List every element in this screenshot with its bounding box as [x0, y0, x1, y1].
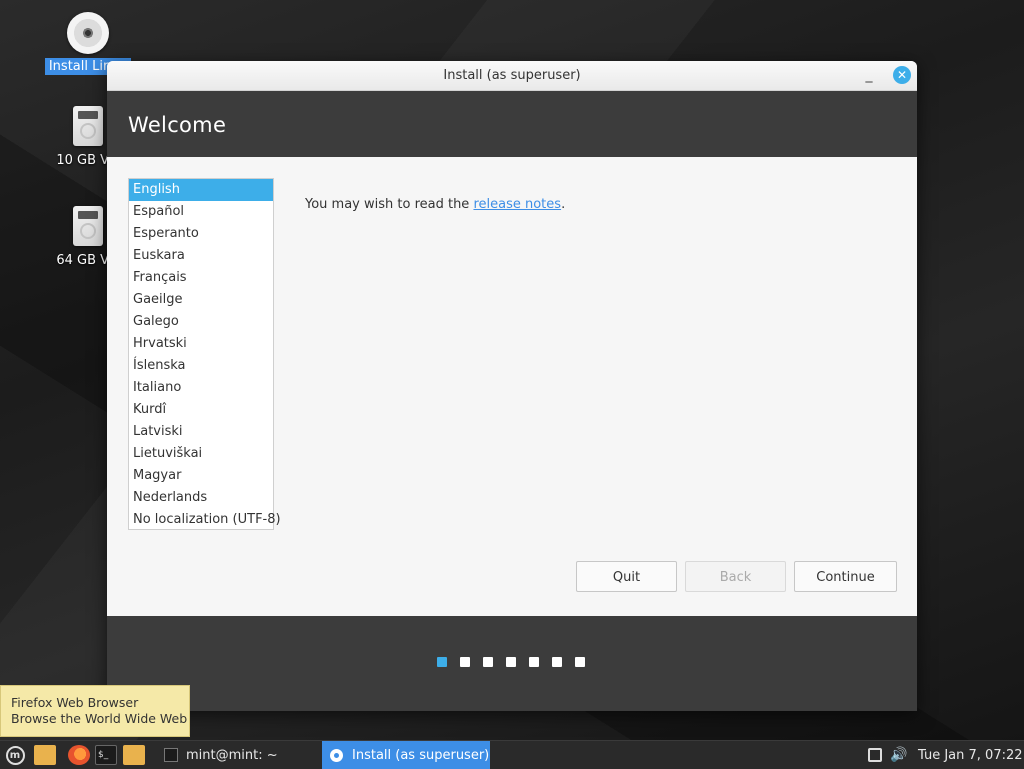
- language-item-no-localization[interactable]: No localization (UTF-8): [129, 509, 281, 531]
- firefox-icon[interactable]: [68, 745, 90, 765]
- volume-icon[interactable]: 🔊: [889, 741, 909, 769]
- files-icon[interactable]: [123, 745, 145, 765]
- language-item-lietuviskai[interactable]: Lietuviškai: [129, 443, 273, 465]
- minimize-button[interactable]: _: [859, 61, 879, 90]
- welcome-content: English Español Esperanto Euskara França…: [107, 157, 917, 616]
- taskbar-item-label: mint@mint: ~: [186, 747, 278, 763]
- progress-steps: [437, 657, 585, 667]
- progress-step-dot: [437, 657, 447, 667]
- notes-suffix: .: [561, 197, 566, 212]
- tooltip-description: Browse the World Wide Web: [11, 711, 188, 726]
- progress-step-dot: [483, 657, 493, 667]
- folder-icon[interactable]: [34, 745, 56, 765]
- network-icon[interactable]: [866, 741, 884, 769]
- terminal-icon[interactable]: $_: [95, 745, 117, 765]
- language-item-galego[interactable]: Galego: [129, 311, 273, 333]
- firefox-tooltip: Firefox Web Browser Browse the World Wid…: [0, 685, 190, 737]
- language-item-magyar[interactable]: Magyar: [129, 465, 273, 487]
- terminal-icon: [164, 748, 178, 762]
- window-titlebar[interactable]: Install (as superuser) _ ✕: [107, 61, 917, 91]
- window-title: Install (as superuser): [443, 68, 581, 83]
- taskbar-item-installer[interactable]: Install (as superuser): [322, 741, 490, 769]
- taskbar-item-label: Install (as superuser): [352, 747, 490, 763]
- language-item-english[interactable]: English: [129, 179, 273, 201]
- linux-mint-icon: m: [5, 745, 25, 765]
- progress-step-dot: [506, 657, 516, 667]
- language-item-italiano[interactable]: Italiano: [129, 377, 273, 399]
- release-notes-link[interactable]: release notes: [473, 197, 561, 212]
- progress-footer: [107, 616, 917, 711]
- language-item-islenska[interactable]: Íslenska: [129, 355, 273, 377]
- language-item-hrvatski[interactable]: Hrvatski: [129, 333, 273, 355]
- continue-button[interactable]: Continue: [794, 561, 897, 592]
- language-item-gaeilge[interactable]: Gaeilge: [129, 289, 273, 311]
- progress-step-dot: [529, 657, 539, 667]
- notes-prefix: You may wish to read the: [305, 197, 474, 212]
- back-button[interactable]: Back: [685, 561, 786, 592]
- tooltip-title: Firefox Web Browser: [11, 695, 139, 710]
- drive-icon: [73, 106, 103, 146]
- close-button[interactable]: ✕: [893, 66, 911, 84]
- installer-icon: [330, 748, 343, 762]
- quit-button[interactable]: Quit: [576, 561, 677, 592]
- language-item-euskara[interactable]: Euskara: [129, 245, 273, 267]
- clock[interactable]: Tue Jan 7, 07:22: [918, 741, 1023, 769]
- installer-window: Install (as superuser) _ ✕ Welcome Engli…: [107, 61, 917, 711]
- page-title: Welcome: [128, 113, 227, 137]
- page-header: Welcome: [107, 91, 917, 157]
- language-item-nederlands[interactable]: Nederlands: [129, 487, 273, 509]
- progress-step-dot: [575, 657, 585, 667]
- progress-step-dot: [460, 657, 470, 667]
- drive-icon: [73, 206, 103, 246]
- menu-button[interactable]: m: [4, 741, 26, 769]
- taskbar-item-terminal[interactable]: mint@mint: ~: [160, 741, 278, 769]
- cd-icon: [67, 12, 109, 54]
- progress-step-dot: [552, 657, 562, 667]
- language-item-espanol[interactable]: Español: [129, 201, 273, 223]
- language-list[interactable]: English Español Esperanto Euskara França…: [128, 178, 281, 531]
- language-item-kurdi[interactable]: Kurdî: [129, 399, 273, 421]
- taskbar: m $_ mint@mint: ~ Install (as superuser)…: [0, 740, 1024, 769]
- release-notes-text: You may wish to read the release notes.: [305, 197, 565, 212]
- language-item-latviski[interactable]: Latviski: [129, 421, 273, 443]
- language-item-esperanto[interactable]: Esperanto: [129, 223, 273, 245]
- language-item-francais[interactable]: Français: [129, 267, 273, 289]
